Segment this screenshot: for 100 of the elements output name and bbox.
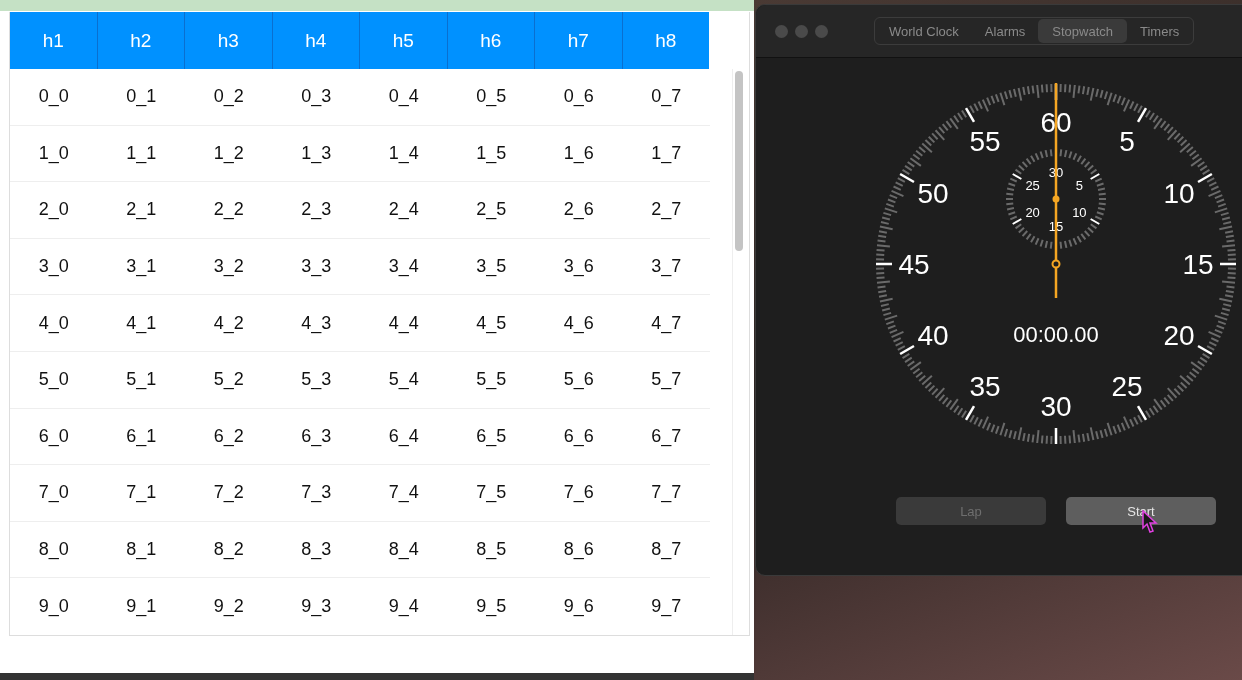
scrollbar-thumb[interactable] (735, 71, 743, 251)
dial-number: 35 (969, 371, 1001, 403)
table-cell-text: 5_1 (125, 368, 158, 392)
dial-number: 20 (1163, 319, 1195, 351)
table-cell-text: 1_7 (650, 141, 683, 166)
dial-number: 10 (1163, 177, 1195, 209)
tab[interactable]: Alarms (971, 19, 1039, 43)
table-cell-text: 3_7 (650, 255, 683, 279)
table-cell-text: 4_0 (37, 311, 70, 336)
table-cell-text: 9_6 (562, 595, 595, 619)
table-cell-text: 6_1 (125, 424, 158, 449)
table-cell-text: 0_0 (37, 85, 70, 109)
dial-number: 15 (1182, 248, 1214, 280)
table-cell-text: 5_2 (212, 368, 245, 392)
table-cell-text: 4_4 (387, 311, 420, 336)
table-cell-text: 4_5 (475, 311, 508, 336)
dial-number: 55 (969, 125, 1001, 157)
table-cell-text: 2_5 (475, 198, 508, 222)
minimize-icon[interactable] (795, 24, 808, 38)
table-cell-text: 2_1 (125, 198, 158, 222)
table-cell-text: 1_3 (300, 141, 333, 166)
subdial-number: 10 (1072, 205, 1087, 220)
subdial-number: 5 (1075, 178, 1083, 193)
table-cell-text: 2_7 (650, 198, 683, 222)
table-cell-text: 5_6 (562, 368, 595, 392)
column-header: h6 (446, 12, 534, 69)
table-cell-text: 6_0 (37, 424, 70, 449)
table-cell-text: 3_6 (562, 255, 595, 279)
table-cell-text: 1_4 (387, 141, 420, 166)
table-cell-text: 0_1 (125, 85, 158, 109)
table-cell-text: 3_2 (212, 255, 245, 279)
table-cell-text: 2_6 (562, 198, 595, 222)
table-cell-text: 1_0 (37, 141, 70, 166)
table-cell-text: 8_7 (650, 538, 683, 562)
close-icon[interactable] (775, 24, 788, 38)
table-cell-text: 2_4 (387, 198, 420, 222)
table-cell-text: 1_1 (125, 141, 158, 166)
time-readout: 00:00.00 (1013, 321, 1099, 347)
table-cell-text: 0_6 (562, 85, 595, 109)
table-cell-text: 7_4 (387, 481, 420, 505)
zoom-icon[interactable] (815, 24, 828, 38)
table-cell-text: 9_0 (37, 595, 70, 619)
table-cell-text: 5_7 (650, 368, 683, 392)
table-cell-text: 6_6 (562, 424, 595, 449)
table-cell-text: 6_3 (300, 424, 333, 449)
dial-number: 45 (898, 248, 930, 280)
table-cell-text: 8_3 (300, 538, 333, 562)
table-cell-text: 1_2 (212, 141, 245, 166)
table-cell-text: 3_0 (37, 255, 70, 279)
table-cell-text: 8_5 (475, 538, 508, 562)
table-cell-text: 4_2 (212, 311, 245, 336)
table-cell-text: 0_4 (387, 85, 420, 109)
dial-number: 50 (917, 177, 949, 209)
table-cell-text: 3_5 (475, 255, 508, 279)
table-cell-text: 7_2 (212, 481, 245, 505)
table-cell-text: 4_3 (300, 311, 333, 336)
dial-number: 5 (1119, 125, 1135, 157)
tab[interactable]: World Clock (876, 19, 972, 43)
table-cell-text: 9_3 (300, 595, 333, 619)
tab[interactable]: Stopwatch (1038, 19, 1127, 43)
table-cell-text: 7_0 (37, 481, 70, 505)
table-cell-text: 9_7 (650, 595, 683, 619)
subdial-number: 25 (1025, 178, 1040, 193)
table-cell-text: 9_2 (212, 595, 245, 619)
table-cell-text: 8_6 (562, 538, 595, 562)
table-cell-text: 3_3 (300, 255, 333, 279)
table-cell-text: 7_5 (475, 481, 508, 505)
table-cell-text: 6_4 (387, 424, 420, 449)
table-cell-text: 0_7 (650, 85, 683, 109)
table-cell-text: 9_4 (387, 595, 420, 619)
table-cell-text: 8_2 (212, 538, 245, 562)
table-cell-text: 4_1 (125, 311, 158, 336)
table-cell-text: 0_2 (212, 85, 245, 109)
column-header: h5 (359, 12, 447, 69)
table-cell-text: 6_7 (650, 424, 683, 449)
table-cell-text: 8_0 (37, 538, 70, 562)
dial-number: 30 (1040, 390, 1072, 422)
table-cell-text: 5_0 (37, 368, 70, 392)
table-cell-text: 9_1 (125, 595, 158, 619)
table-cell-text: 3_4 (387, 255, 420, 279)
column-header: h8 (621, 12, 709, 69)
table-cell-text: 0_5 (475, 85, 508, 109)
column-header: h2 (96, 12, 184, 69)
table-cell-text: 7_7 (650, 481, 683, 505)
table-cell-text: 5_4 (387, 368, 420, 392)
table-cell-text: 7_6 (562, 481, 595, 505)
tab[interactable]: Timers (1127, 19, 1193, 43)
table-cell-text: 5_5 (475, 368, 508, 392)
table-cell-text: 2_0 (37, 198, 70, 222)
dial-number: 25 (1111, 371, 1143, 403)
table-cell-text: 0_3 (300, 85, 333, 109)
table-cell-text: 7_1 (125, 481, 158, 505)
table-cell-text: 5_3 (300, 368, 333, 392)
table-cell-text: 8_4 (387, 538, 420, 562)
table-cell-text: 9_5 (475, 595, 508, 619)
subdial-number: 20 (1025, 205, 1040, 220)
table-cell-text: 6_2 (212, 424, 245, 449)
column-header: h7 (534, 12, 622, 69)
table-cell-text: 1_5 (475, 141, 508, 166)
table-cell-text: 8_1 (125, 538, 158, 562)
